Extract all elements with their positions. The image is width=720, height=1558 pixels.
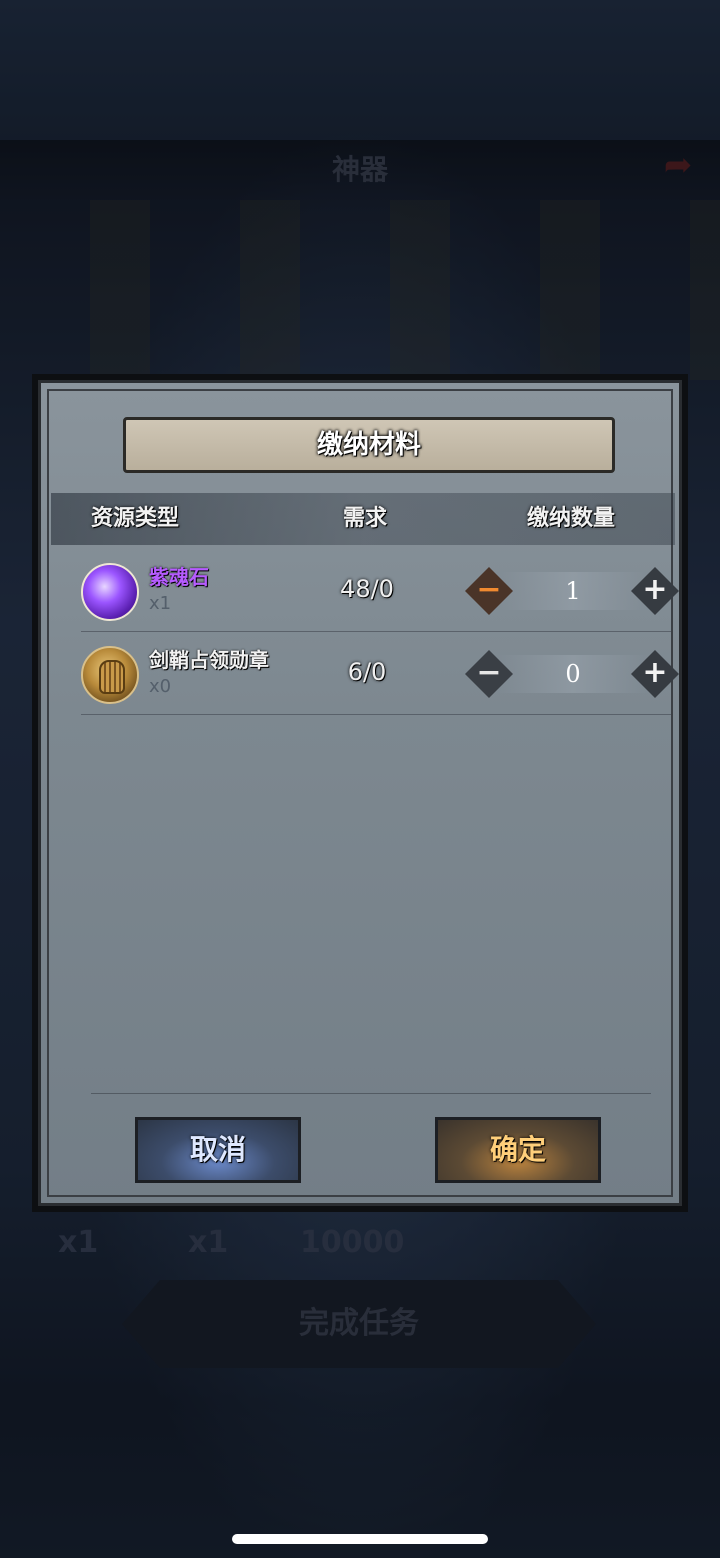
confirm-button[interactable]: 确定 (435, 1117, 601, 1183)
header-submit-quantity: 缴纳数量 (527, 506, 616, 531)
material-row: 剑鞘占领勋章 x0 6/0 0 − + (81, 632, 679, 715)
cancel-button[interactable]: 取消 (135, 1117, 301, 1183)
dialog-title: 缴纳材料 (123, 417, 615, 473)
quantity-value: 0 (565, 660, 581, 688)
helmet-medal-icon (81, 646, 139, 704)
footer-divider (91, 1093, 651, 1094)
header-requirement: 需求 (343, 506, 388, 531)
material-row: 紫魂石 x1 48/0 1 − + (81, 549, 679, 632)
material-name: 紫魂石 (149, 565, 209, 589)
quantity-value: 1 (565, 577, 581, 605)
material-name: 剑鞘占领勋章 (149, 648, 269, 672)
dialog-panel: 缴纳材料 资源类型 需求 缴纳数量 紫魂石 x1 48/0 1 − + 剑鞘占领… (38, 380, 682, 1206)
home-indicator[interactable] (232, 1534, 488, 1544)
material-owned-count: x1 (149, 593, 172, 614)
table-header: 资源类型 需求 缴纳数量 (51, 493, 675, 545)
submit-materials-dialog: 缴纳材料 资源类型 需求 缴纳数量 紫魂石 x1 48/0 1 − + 剑鞘占领… (32, 374, 688, 1212)
header-resource-type: 资源类型 (91, 506, 180, 531)
purple-gem-icon (81, 563, 139, 621)
material-requirement: 6/0 (347, 658, 387, 686)
quantity-stepper: 0 − + (465, 650, 679, 698)
material-owned-count: x0 (149, 676, 172, 697)
material-requirement: 48/0 (340, 575, 394, 603)
quantity-stepper: 1 − + (465, 567, 679, 615)
